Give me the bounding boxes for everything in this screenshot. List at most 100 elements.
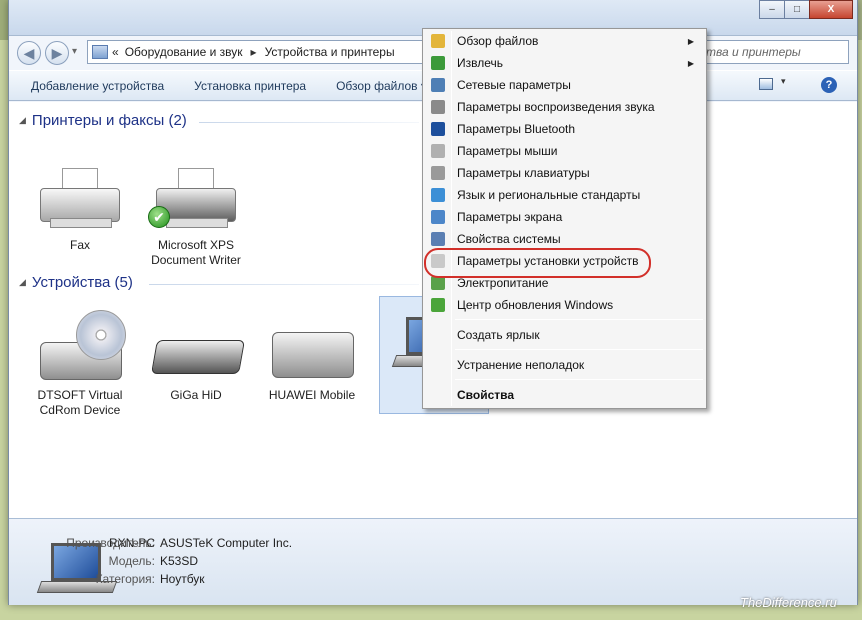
device-dtsoft-cdrom[interactable]: DTSOFT Virtual CdRom Device [25, 310, 135, 418]
device-xps-writer[interactable]: ✔ Microsoft XPS Document Writer [141, 160, 251, 268]
menu-spacer [431, 358, 445, 372]
bluetooth-icon [431, 122, 445, 136]
system-icon [431, 232, 445, 246]
printer-icon: ✔ [148, 160, 244, 234]
search-input[interactable]: тва и принтеры [699, 40, 849, 64]
mouse-icon [431, 144, 445, 158]
keyboard-icon [148, 310, 245, 384]
menu-separator [455, 349, 703, 350]
device-fax[interactable]: Fax [25, 160, 135, 253]
menu-item-label: Свойства [457, 388, 515, 402]
menu-item[interactable]: Параметры мыши [425, 140, 704, 162]
menu-item-label: Параметры воспроизведения звука [457, 100, 655, 114]
menu-item-label: Электропитание [457, 276, 549, 290]
browse-files-button[interactable]: Обзор файлов ▾ [336, 79, 427, 93]
browse-files-label: Обзор файлов [336, 78, 418, 93]
device-label: DTSOFT Virtual CdRom Device [37, 388, 123, 417]
menu-item[interactable]: Параметры воспроизведения звука [425, 96, 704, 118]
menu-item[interactable]: Параметры Bluetooth [425, 118, 704, 140]
menu-item[interactable]: Параметры клавиатуры [425, 162, 704, 184]
menu-item[interactable]: Свойства [425, 384, 704, 406]
menu-item[interactable]: Извлечь ▶ [425, 52, 704, 74]
detail-key: Категория: [95, 572, 155, 586]
detail-value: Ноутбук [160, 572, 205, 586]
address-bar[interactable]: « Оборудование и звук ▸ Устройства и при… [87, 40, 427, 64]
menu-item-label: Параметры экрана [457, 210, 563, 224]
globe-icon [431, 188, 445, 202]
power-icon [431, 276, 445, 290]
menu-spacer [431, 388, 445, 402]
menu-item-label: Сетевые параметры [457, 78, 571, 92]
device-huawei-mobile[interactable]: HUAWEI Mobile [257, 310, 367, 403]
menu-item-label: Язык и региональные стандарты [457, 188, 641, 202]
group-divider [199, 122, 419, 123]
device-label: HUAWEI Mobile [268, 388, 356, 402]
control-panel-icon [92, 45, 108, 59]
view-options-icon[interactable] [759, 78, 773, 90]
menu-item-label: Обзор файлов [457, 34, 539, 48]
maximize-button[interactable]: □ [784, 0, 810, 19]
minimize-button[interactable]: – [759, 0, 785, 19]
detail-value: K53SD [160, 554, 199, 568]
menu-item[interactable]: Центр обновления Windows [425, 294, 704, 316]
network-icon [431, 78, 445, 92]
context-menu: Обзор файлов ▶ Извлечь ▶ Сетевые параметры Па… [422, 28, 707, 409]
add-device-button[interactable]: Добавление устройства [31, 79, 164, 93]
breadcrumb-hardware[interactable]: Оборудование и звук [125, 45, 243, 59]
menu-separator [455, 379, 703, 380]
group-divider [149, 284, 419, 285]
detail-key: Производитель: [66, 536, 155, 550]
menu-item[interactable]: Создать ярлык [425, 324, 704, 346]
collapse-icon[interactable]: ◢ [19, 277, 26, 288]
menu-separator [455, 319, 703, 320]
printers-group-header[interactable]: ◢ Принтеры и факсы (2) [19, 112, 187, 129]
drive-icon [264, 310, 360, 384]
watermark: TheDifference.ru [740, 595, 837, 610]
collapse-icon[interactable]: ◢ [19, 115, 26, 126]
help-icon[interactable]: ? [821, 77, 837, 93]
device-label: Microsoft XPS Document Writer [151, 238, 241, 267]
menu-item-label: Создать ярлык [457, 328, 540, 342]
close-button[interactable]: X [809, 0, 853, 19]
menu-item[interactable]: Сетевые параметры [425, 74, 704, 96]
menu-item-label: Центр обновления Windows [457, 298, 614, 312]
back-button[interactable]: ◀ [17, 41, 41, 65]
breadcrumb-separator-icon[interactable]: ▸ [251, 45, 257, 59]
submenu-arrow-icon: ▶ [687, 58, 694, 68]
add-printer-button[interactable]: Установка принтера [194, 79, 306, 93]
menu-spacer [431, 328, 445, 342]
menu-item[interactable]: Параметры экрана [425, 206, 704, 228]
printers-group-title: Принтеры и факсы (2) [31, 112, 187, 129]
device-label: Fax [69, 238, 90, 252]
detail-value: ASUSTeK Computer Inc. [160, 536, 293, 550]
menu-item-label: Параметры мыши [457, 144, 558, 158]
windows-update-icon [431, 298, 445, 312]
highlight-annotation [424, 248, 651, 278]
devices-group-title: Устройства (5) [31, 274, 133, 291]
device-giga-hid[interactable]: GiGa HiD [141, 310, 251, 403]
detail-category: Категория: Ноутбук [63, 572, 205, 586]
menu-item-label: Свойства системы [457, 232, 561, 246]
menu-item[interactable]: Устранение неполадок [425, 354, 704, 376]
detail-manufacturer: Производитель: ASUSTeK Computer Inc. [63, 536, 292, 550]
device-label: GiGa HiD [170, 388, 222, 402]
address-chevron[interactable]: « [112, 45, 119, 59]
forward-button[interactable]: ▶ [45, 41, 69, 65]
folder-icon [431, 34, 445, 48]
menu-item[interactable]: Язык и региональные стандарты [425, 184, 704, 206]
devices-group-header[interactable]: ◢ Устройства (5) [19, 274, 133, 291]
window-controls: – □ X [759, 0, 853, 19]
speaker-icon [431, 100, 445, 114]
menu-item[interactable]: Обзор файлов ▶ [425, 30, 704, 52]
breadcrumb-devices[interactable]: Устройства и принтеры [265, 45, 395, 59]
menu-item-label: Параметры клавиатуры [457, 166, 590, 180]
menu-item-label: Извлечь [457, 56, 504, 70]
default-printer-check-icon: ✔ [148, 206, 170, 228]
detail-model: Модель: K53SD [63, 554, 198, 568]
view-dropdown-icon[interactable]: ▾ [781, 76, 786, 87]
history-dropdown-icon[interactable]: ▾ [72, 46, 77, 57]
eject-icon [431, 56, 445, 70]
detail-key: Модель: [108, 554, 155, 568]
menu-item[interactable]: Свойства системы [425, 228, 704, 250]
keyboard-icon [431, 166, 445, 180]
